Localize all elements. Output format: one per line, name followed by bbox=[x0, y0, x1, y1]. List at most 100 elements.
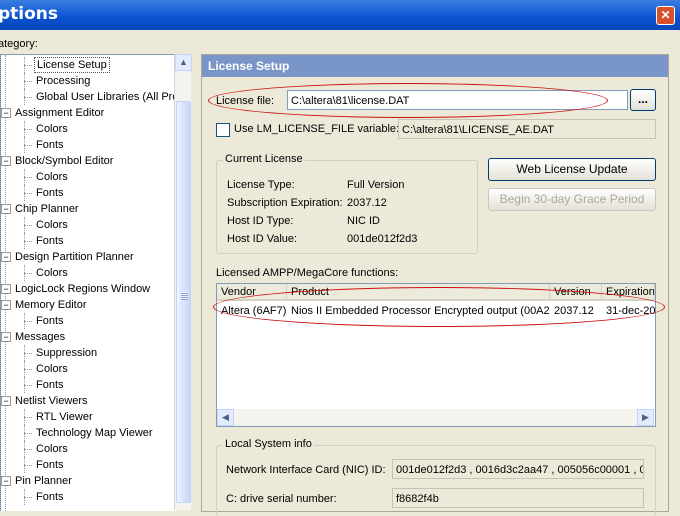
tree-item[interactable]: Design Partition Planner bbox=[13, 249, 136, 265]
scroll-thumb[interactable] bbox=[176, 101, 191, 503]
license-setup-panel: License Setup License file: C:\altera\81… bbox=[201, 54, 669, 516]
tree-item[interactable]: Netlist Viewers bbox=[13, 393, 90, 409]
tree-connector bbox=[24, 497, 32, 498]
current-license-field-value: NIC ID bbox=[347, 215, 380, 227]
tree-guide-line bbox=[24, 489, 25, 505]
tree-guide-line bbox=[24, 377, 25, 393]
tree-guide-line bbox=[24, 217, 25, 233]
tree-item[interactable]: Fonts bbox=[34, 377, 66, 393]
tree-scrollbar[interactable]: ▲ bbox=[174, 54, 192, 510]
tree-item[interactable]: Fonts bbox=[34, 489, 66, 505]
tree-connector bbox=[24, 273, 32, 274]
current-license-field-value: 2037.12 bbox=[347, 197, 387, 209]
tree-item[interactable]: Colors bbox=[34, 441, 70, 457]
tree-guide-line bbox=[24, 425, 25, 441]
tree-connector bbox=[24, 145, 32, 146]
tree-item[interactable]: Colors bbox=[34, 121, 70, 137]
panel-heading: License Setup bbox=[202, 55, 668, 77]
tree-item[interactable]: Fonts bbox=[34, 185, 66, 201]
tree-guide-line bbox=[24, 409, 25, 425]
tree-item[interactable]: Colors bbox=[34, 169, 70, 185]
tree-item[interactable]: License Setup bbox=[34, 57, 110, 73]
browse-button[interactable]: ... bbox=[630, 89, 656, 111]
tree-guide-line bbox=[24, 265, 25, 281]
current-license-field-label: Host ID Value: bbox=[227, 233, 298, 245]
tree-item[interactable]: Fonts bbox=[34, 313, 66, 329]
tree-connector bbox=[24, 465, 32, 466]
current-license-legend: Current License bbox=[223, 153, 305, 165]
ampp-hscrollbar[interactable]: ◀ ▶ bbox=[217, 409, 654, 426]
tree-connector bbox=[24, 433, 32, 434]
tree-connector bbox=[24, 321, 32, 322]
scroll-up-button[interactable]: ▲ bbox=[175, 54, 192, 71]
window-title: ptions bbox=[0, 4, 59, 24]
collapse-icon[interactable]: − bbox=[1, 108, 11, 118]
tree-connector bbox=[24, 241, 32, 242]
tree-connector bbox=[24, 369, 32, 370]
collapse-icon[interactable]: − bbox=[1, 332, 11, 342]
use-lm-label: Use LM_LICENSE_FILE variable: bbox=[234, 123, 400, 135]
tree-guide-line bbox=[24, 441, 25, 457]
tree-connector bbox=[24, 177, 32, 178]
use-lm-checkbox[interactable] bbox=[216, 123, 230, 137]
tree-connector bbox=[24, 65, 32, 66]
current-license-field-label: License Type: bbox=[227, 179, 295, 191]
tree-connector bbox=[24, 417, 32, 418]
current-license-field-label: Host ID Type: bbox=[227, 215, 294, 227]
scroll-right-button[interactable]: ▶ bbox=[637, 409, 654, 426]
tree-guide-line bbox=[24, 73, 25, 89]
tree-item[interactable]: Block/Symbol Editor bbox=[13, 153, 115, 169]
collapse-icon[interactable]: − bbox=[1, 284, 11, 294]
tree-guide-line bbox=[24, 169, 25, 185]
tree-item[interactable]: Suppression bbox=[34, 345, 99, 361]
collapse-icon[interactable]: − bbox=[1, 252, 11, 262]
tree-guide-line bbox=[24, 137, 25, 153]
tree-guide-line bbox=[24, 89, 25, 105]
tree-item[interactable]: Technology Map Viewer bbox=[34, 425, 155, 441]
grace-period-button[interactable]: Begin 30-day Grace Period bbox=[488, 188, 656, 211]
current-license-group: Current License License Type: Full Versio… bbox=[216, 153, 478, 254]
tree-item[interactable]: Global User Libraries (All Proje bbox=[34, 89, 177, 105]
web-license-update-button[interactable]: Web License Update bbox=[488, 158, 656, 181]
tree-guide-line bbox=[5, 55, 6, 511]
tree-item[interactable]: Fonts bbox=[34, 457, 66, 473]
tree-connector bbox=[24, 353, 32, 354]
current-license-field-label: Subscription Expiration: bbox=[227, 197, 343, 209]
tree-guide-line bbox=[24, 313, 25, 329]
tree-item[interactable]: Assignment Editor bbox=[13, 105, 106, 121]
category-tree[interactable]: License Setup Processing Global User Libra… bbox=[0, 54, 177, 511]
collapse-icon[interactable]: − bbox=[1, 396, 11, 406]
tree-guide-line bbox=[24, 233, 25, 249]
collapse-icon[interactable]: − bbox=[1, 476, 11, 486]
tree-guide-line bbox=[24, 121, 25, 137]
tree-item[interactable]: LogicLock Regions Window bbox=[13, 281, 152, 297]
tree-item[interactable]: Colors bbox=[34, 361, 70, 377]
tree-item[interactable]: RTL Viewer bbox=[34, 409, 95, 425]
tree-guide-line bbox=[24, 361, 25, 377]
tree-item[interactable]: Fonts bbox=[34, 137, 66, 153]
tree-item[interactable]: Chip Planner bbox=[13, 201, 81, 217]
tree-connector bbox=[24, 81, 32, 82]
scroll-left-button[interactable]: ◀ bbox=[217, 409, 234, 426]
tree-item[interactable]: Memory Editor bbox=[13, 297, 89, 313]
tree-guide-line bbox=[24, 457, 25, 473]
tree-connector bbox=[24, 225, 32, 226]
tree-item[interactable]: Processing bbox=[34, 73, 92, 89]
tree-guide-line bbox=[24, 57, 25, 73]
tree-item[interactable]: Messages bbox=[13, 329, 67, 345]
grip-icon bbox=[181, 292, 188, 300]
collapse-icon[interactable]: − bbox=[1, 156, 11, 166]
tree-item[interactable]: Pin Planner bbox=[13, 473, 74, 489]
tree-item[interactable]: Colors bbox=[34, 217, 70, 233]
current-license-field-value: Full Version bbox=[347, 179, 405, 191]
tree-item[interactable]: Fonts bbox=[34, 233, 66, 249]
collapse-icon[interactable]: − bbox=[1, 204, 11, 214]
collapse-icon[interactable]: − bbox=[1, 300, 11, 310]
current-license-field-value: 001de012f2d3 bbox=[347, 233, 418, 245]
annotation-ellipse-license-file bbox=[208, 83, 608, 118]
annotation-ellipse-ampp-row bbox=[213, 287, 665, 327]
chevron-left-icon: ◀ bbox=[222, 412, 229, 422]
serial-label: C: drive serial number: bbox=[226, 493, 337, 505]
close-button[interactable]: ✕ bbox=[656, 6, 675, 25]
tree-item[interactable]: Colors bbox=[34, 265, 70, 281]
